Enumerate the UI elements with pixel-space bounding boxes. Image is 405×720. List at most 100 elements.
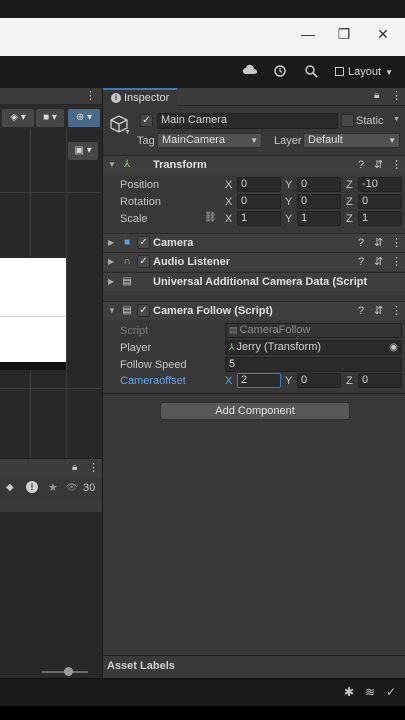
axis-y-label[interactable]: Y	[285, 374, 292, 388]
more-options-icon[interactable]: ⋮	[391, 255, 402, 269]
zoom-slider-handle[interactable]	[64, 667, 73, 676]
position-y-field[interactable]: 0	[297, 177, 341, 192]
fold-right-icon[interactable]: ▶	[108, 237, 114, 249]
layout-dropdown[interactable]: Layout ▼	[331, 63, 397, 81]
camera-component-header[interactable]: ▶ ■ ✓ Camera ? ⇵ ⋮	[103, 233, 405, 252]
position-x-field[interactable]: 0	[237, 177, 281, 192]
offset-x-field[interactable]: 2	[237, 373, 281, 388]
active-checkbox[interactable]: ✓	[140, 114, 153, 127]
rotation-z-field[interactable]: 0	[358, 194, 402, 209]
transform-header[interactable]: ▼ ⅄ Transform ? ⇵ ⋮	[103, 155, 405, 174]
hierarchy-panel[interactable]: 🔒︎ ⋮ ◆ ! ★ 👁︎ 30	[0, 458, 102, 678]
layout-icon	[335, 67, 345, 76]
transform-icon: ⅄	[229, 342, 235, 352]
fold-down-icon[interactable]: ▼	[108, 159, 116, 171]
lock-icon[interactable]: 🔒︎	[72, 462, 77, 473]
add-component-button[interactable]: Add Component	[160, 402, 350, 420]
camera-data-header[interactable]: ▶ ▤ Universal Additional Camera Data (Sc…	[103, 272, 405, 291]
preset-icon[interactable]: ⇵	[374, 255, 383, 269]
fold-right-icon[interactable]: ▶	[108, 276, 114, 288]
history-icon[interactable]	[272, 64, 288, 80]
axis-z-label[interactable]: Z	[346, 195, 353, 209]
preview-divider	[0, 316, 66, 317]
follow-speed-field[interactable]: 5	[225, 357, 402, 372]
axis-y-label[interactable]: Y	[285, 178, 292, 192]
unlinked-scale-icon[interactable]: ⛓︎	[204, 212, 217, 223]
camera-dropdown[interactable]: ■ ▾	[36, 109, 64, 127]
object-name-input[interactable]: Main Camera	[157, 113, 338, 129]
lock-icon[interactable]: 🔒︎	[374, 90, 379, 101]
more-options-icon[interactable]: ⋮	[391, 89, 402, 102]
preset-icon[interactable]: ⇵	[374, 304, 383, 318]
help-icon[interactable]: ?	[358, 304, 364, 318]
player-object-field[interactable]: ⅄ Jerry (Transform) ◉	[225, 340, 402, 355]
chevron-down-icon: ▼	[250, 136, 258, 145]
offset-y-field[interactable]: 0	[297, 373, 341, 388]
rotation-y-field[interactable]: 0	[297, 194, 341, 209]
more-options-icon[interactable]: ⋮	[391, 304, 402, 318]
axis-x-label[interactable]: X	[225, 195, 232, 209]
tab-inspector[interactable]: i Inspector	[103, 88, 177, 106]
object-picker-icon[interactable]: ◉	[389, 341, 398, 354]
layers-dropdown[interactable]: ◈ ▾	[2, 109, 34, 127]
gizmos-dropdown[interactable]: ⊕ ▾	[68, 109, 100, 127]
scale-label: Scale	[120, 213, 148, 225]
preset-icon[interactable]: ⇵	[374, 236, 383, 250]
axis-z-label[interactable]: Z	[346, 212, 353, 226]
camera-follow-header[interactable]: ▼ ▤ ✓ Camera Follow (Script) ? ⇵ ⋮	[103, 301, 405, 320]
position-z-field[interactable]: -10	[358, 177, 402, 192]
bug-icon[interactable]: ✱	[344, 685, 354, 699]
camera-follow-checkbox[interactable]: ✓	[137, 304, 150, 317]
more-options-icon[interactable]: ⋮	[391, 158, 402, 172]
cloud-icon[interactable]	[242, 64, 258, 80]
fold-right-icon[interactable]: ▶	[108, 256, 114, 268]
static-label: Static	[356, 115, 384, 127]
scene-view[interactable]: ⋮ ◈ ▾ ■ ▾ ⊕ ▾ ▣ ▾	[0, 88, 102, 458]
warning-icon[interactable]: !	[26, 481, 38, 493]
grid-line	[66, 129, 67, 458]
more-options-icon[interactable]: ⋮	[85, 89, 96, 102]
axis-x-label[interactable]: X	[225, 212, 232, 226]
axis-z-label[interactable]: Z	[346, 178, 353, 192]
tag-dropdown[interactable]: MainCamera ▼	[157, 133, 262, 148]
scale-x-field[interactable]: 1	[237, 211, 281, 226]
axis-y-label[interactable]: Y	[285, 195, 292, 209]
chevron-down-icon[interactable]: ▼	[124, 129, 131, 136]
close-icon[interactable]: ✕	[373, 24, 393, 44]
chevron-down-icon[interactable]: ▼	[393, 116, 400, 123]
hierarchy-header: 🔒︎ ⋮	[0, 458, 102, 478]
audio-listener-checkbox[interactable]: ✓	[137, 255, 150, 268]
restore-icon[interactable]: ❐	[334, 24, 354, 44]
rotation-x-field[interactable]: 0	[237, 194, 281, 209]
asset-labels-bar[interactable]: Asset Labels	[103, 655, 405, 678]
axis-y-label[interactable]: Y	[285, 212, 292, 226]
static-checkbox[interactable]	[341, 114, 354, 127]
help-icon[interactable]: ?	[358, 236, 364, 250]
visibility-icon[interactable]: 👁︎	[66, 482, 77, 493]
more-options-icon[interactable]: ⋮	[88, 461, 99, 474]
stack-icon[interactable]: ≋	[365, 685, 375, 699]
help-icon[interactable]: ?	[358, 255, 364, 269]
more-options-icon[interactable]: ⋮	[391, 236, 402, 250]
scale-z-field[interactable]: 1	[358, 211, 402, 226]
preset-icon[interactable]: ⇵	[374, 158, 383, 172]
camera-enabled-checkbox[interactable]: ✓	[137, 236, 150, 249]
fold-down-icon[interactable]: ▼	[108, 305, 116, 317]
rotation-label: Rotation	[120, 196, 161, 208]
axis-z-label[interactable]: Z	[346, 374, 353, 388]
preview-strip	[0, 362, 66, 370]
tag-icon[interactable]: ◆	[6, 482, 14, 493]
check-circle-icon[interactable]: ✓	[386, 685, 396, 699]
scene-camera-button[interactable]: ▣ ▾	[68, 142, 98, 160]
scale-y-field[interactable]: 1	[297, 211, 341, 226]
search-icon[interactable]	[303, 64, 319, 80]
minimize-icon[interactable]: —	[298, 24, 318, 44]
inspector-panel: i Inspector 🔒︎ ⋮ ▼ ✓ Main Camera Static …	[102, 88, 405, 678]
axis-x-label[interactable]: X	[225, 374, 232, 388]
offset-z-field[interactable]: 0	[358, 373, 402, 388]
help-icon[interactable]: ?	[358, 158, 364, 172]
layer-dropdown[interactable]: Default ▼	[303, 133, 400, 148]
star-icon[interactable]: ★	[48, 481, 58, 494]
axis-x-label[interactable]: X	[225, 178, 232, 192]
audio-listener-header[interactable]: ▶ ∩ ✓ Audio Listener ? ⇵ ⋮	[103, 252, 405, 271]
